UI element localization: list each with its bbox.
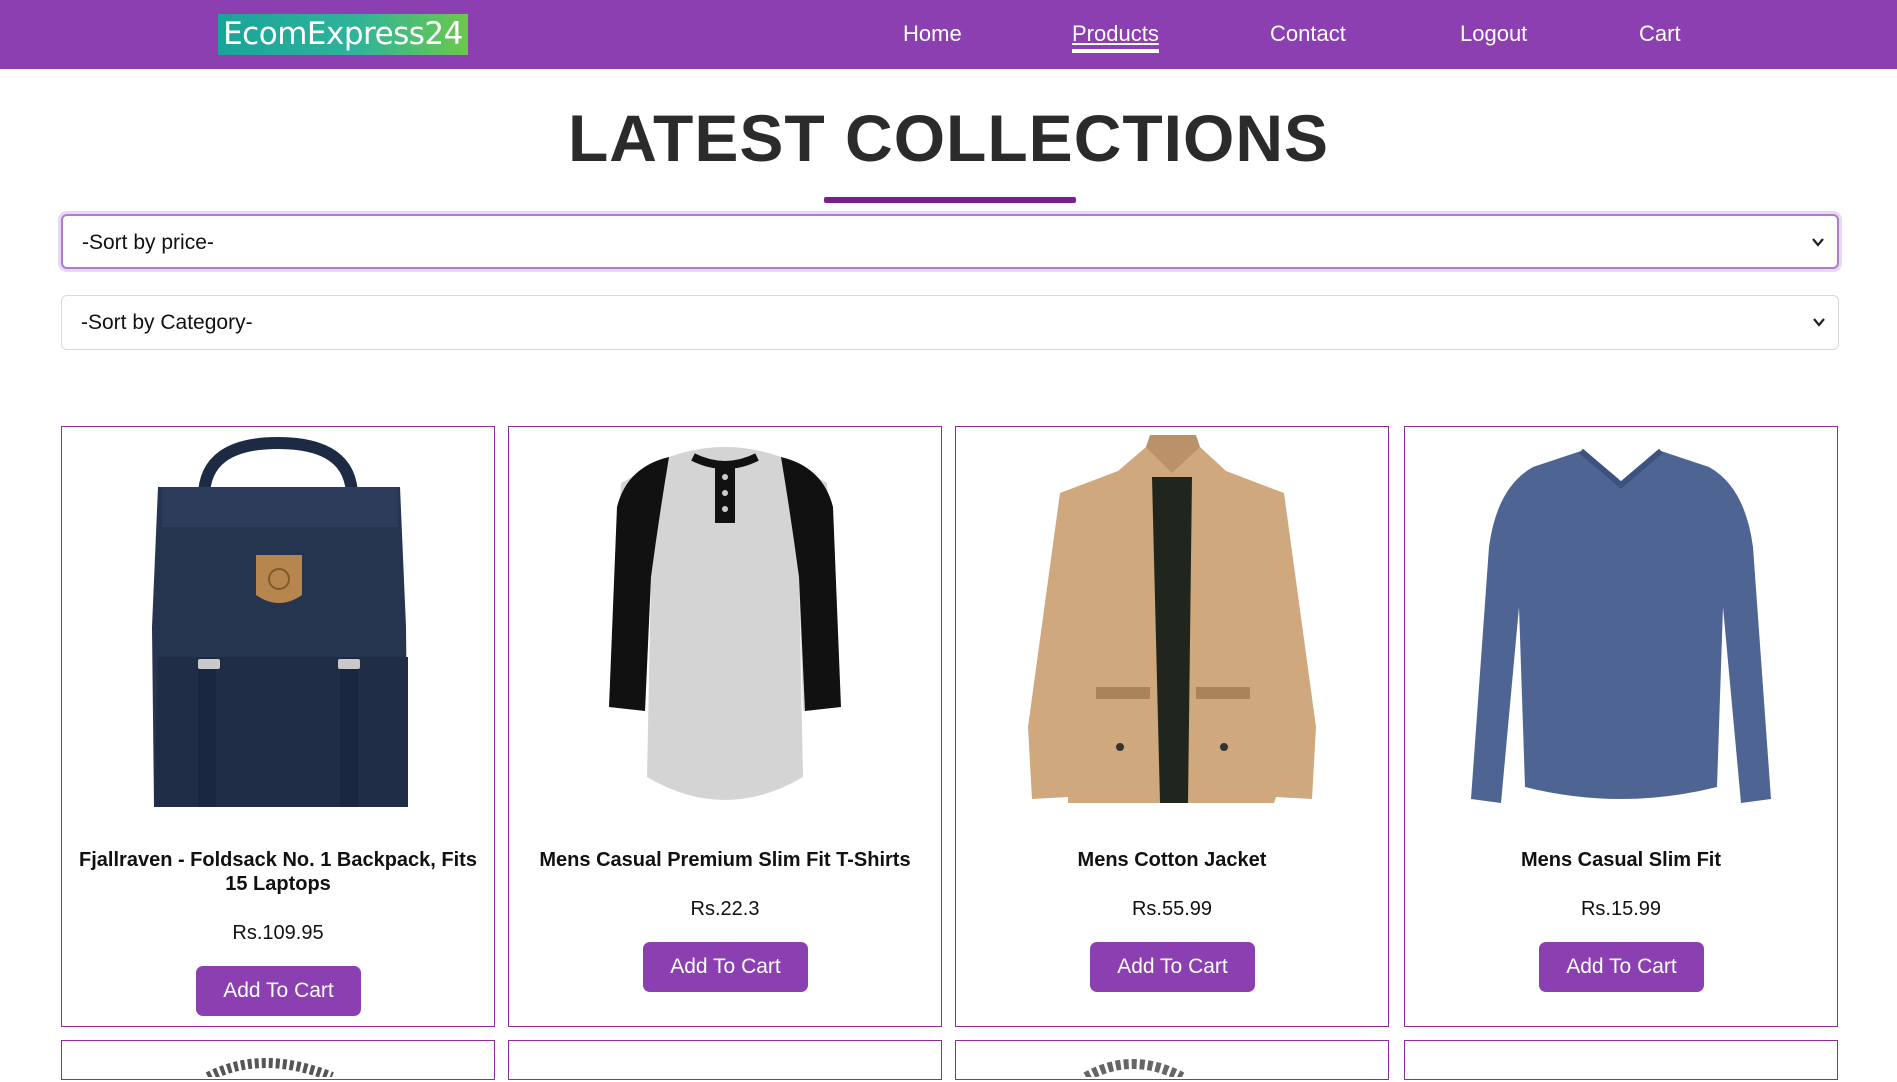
nav-home-link[interactable]: Home	[903, 20, 962, 48]
site-logo[interactable]: EcomExpress24	[218, 14, 468, 55]
product-price: Rs.109.95	[232, 922, 324, 944]
product-card: Fjallraven - Foldsack No. 1 Backpack, Fi…	[61, 426, 495, 1027]
nav-products-link[interactable]: Products	[1072, 20, 1159, 53]
product-image-long-sleeve-shirt[interactable]	[1405, 427, 1837, 817]
product-name: Mens Casual Slim Fit	[1520, 849, 1722, 871]
product-image-tshirt[interactable]	[509, 427, 941, 817]
chevron-down-icon	[1812, 296, 1826, 371]
product-image-jacket[interactable]	[956, 427, 1388, 817]
product-card-next-row	[508, 1040, 942, 1080]
sort-by-category-value: -Sort by Category-	[81, 311, 253, 334]
product-card-next-row	[61, 1040, 495, 1082]
add-to-cart-button[interactable]: Add To Cart	[1090, 942, 1255, 992]
chevron-down-icon	[1811, 216, 1825, 291]
nav-logout-link[interactable]: Logout	[1460, 20, 1527, 48]
sort-by-price-value: -Sort by price-	[82, 231, 214, 254]
add-to-cart-button[interactable]: Add To Cart	[196, 966, 361, 1016]
sort-by-price-select[interactable]: -Sort by price-	[61, 214, 1839, 269]
title-underline	[824, 197, 1076, 203]
product-price: Rs.55.99	[1131, 898, 1213, 920]
add-to-cart-button[interactable]: Add To Cart	[1539, 942, 1704, 992]
product-card: Mens Cotton Jacket Rs.55.99 Add To Cart	[955, 426, 1389, 1027]
product-card: Mens Casual Premium Slim Fit T-Shirts Rs…	[508, 426, 942, 1027]
product-card-next-row	[955, 1040, 1389, 1082]
product-card-next-row	[1404, 1040, 1838, 1080]
product-price: Rs.22.3	[690, 898, 760, 920]
product-card: Mens Casual Slim Fit Rs.15.99 Add To Car…	[1404, 426, 1838, 1027]
product-name: Mens Casual Premium Slim Fit T-Shirts	[539, 849, 911, 871]
nav-contact-link[interactable]: Contact	[1270, 20, 1346, 48]
page-title: LATEST COLLECTIONS	[567, 101, 1330, 175]
product-price: Rs.15.99	[1580, 898, 1662, 920]
product-name: Mens Cotton Jacket	[1077, 849, 1267, 871]
product-image-backpack[interactable]	[62, 427, 494, 817]
product-image-partial	[205, 1058, 334, 1082]
product-name: Fjallraven - Foldsack No. 1 Backpack, Fi…	[79, 849, 477, 895]
add-to-cart-button[interactable]: Add To Cart	[643, 942, 808, 992]
top-navbar: EcomExpress24 Home Products Contact Logo…	[0, 0, 1897, 69]
nav-cart-link[interactable]: Cart	[1639, 20, 1681, 48]
product-image-partial	[1083, 1059, 1185, 1082]
sort-by-category-select[interactable]: -Sort by Category-	[61, 295, 1839, 350]
